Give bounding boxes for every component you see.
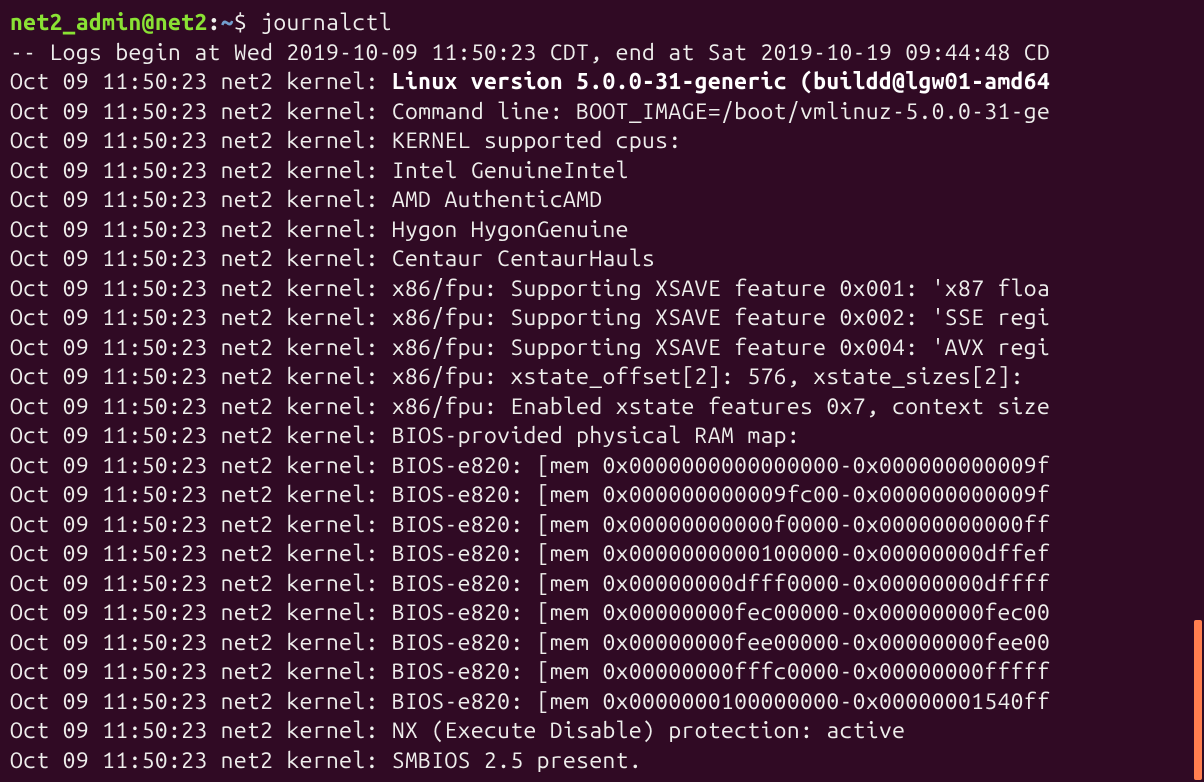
log-line: Oct 09 11:50:23 net2 kernel: NX (Execute… xyxy=(10,716,1194,746)
prompt-symbol: $ xyxy=(234,10,260,35)
scrollbar-thumb[interactable] xyxy=(1194,620,1202,780)
log-line: Oct 09 11:50:23 net2 kernel: BIOS-e820: … xyxy=(10,480,1194,510)
log-message: KERNEL supported cpus: xyxy=(392,128,682,153)
log-message: BIOS-e820: [mem 0x0000000000100000-0x000… xyxy=(392,541,1050,566)
log-line: Oct 09 11:50:23 net2 kernel: BIOS-e820: … xyxy=(10,598,1194,628)
log-prefix: Oct 09 11:50:23 net2 kernel: xyxy=(10,541,392,566)
log-message: BIOS-e820: [mem 0x000000000009fc00-0x000… xyxy=(392,482,1050,507)
log-prefix: Oct 09 11:50:23 net2 kernel: xyxy=(10,482,392,507)
command-text: journalctl xyxy=(260,10,392,35)
log-prefix: Oct 09 11:50:23 net2 kernel: xyxy=(10,659,392,684)
log-prefix: Oct 09 11:50:23 net2 kernel: xyxy=(10,69,392,94)
log-prefix: Oct 09 11:50:23 net2 kernel: xyxy=(10,99,392,124)
log-prefix: Oct 09 11:50:23 net2 kernel: xyxy=(10,571,392,596)
log-message: x86/fpu: Enabled xstate features 0x7, co… xyxy=(392,394,1050,419)
log-line: Oct 09 11:50:23 net2 kernel: x86/fpu: En… xyxy=(10,392,1194,422)
log-line-first: Oct 09 11:50:23 net2 kernel: Linux versi… xyxy=(10,67,1194,97)
log-line: Oct 09 11:50:23 net2 kernel: BIOS-e820: … xyxy=(10,687,1194,717)
log-message: x86/fpu: Supporting XSAVE feature 0x002:… xyxy=(392,305,1050,330)
log-prefix: Oct 09 11:50:23 net2 kernel: xyxy=(10,423,392,448)
log-line: Oct 09 11:50:23 net2 kernel: Hygon Hygon… xyxy=(10,215,1194,245)
log-message: Hygon HygonGenuine xyxy=(392,217,629,242)
log-line: Oct 09 11:50:23 net2 kernel: x86/fpu: Su… xyxy=(10,274,1194,304)
log-line: Oct 09 11:50:23 net2 kernel: x86/fpu: xs… xyxy=(10,362,1194,392)
prompt-colon: : xyxy=(208,10,221,35)
log-line: Oct 09 11:50:23 net2 kernel: BIOS-e820: … xyxy=(10,569,1194,599)
log-message: BIOS-e820: [mem 0x00000000fee00000-0x000… xyxy=(392,630,1050,655)
log-prefix: Oct 09 11:50:23 net2 kernel: xyxy=(10,187,392,212)
log-message: NX (Execute Disable) protection: active xyxy=(392,718,905,743)
prompt-user: net2_admin xyxy=(10,10,142,35)
log-message: Intel GenuineIntel xyxy=(392,158,629,183)
log-message: BIOS-e820: [mem 0x00000000dfff0000-0x000… xyxy=(392,571,1050,596)
log-line: Oct 09 11:50:23 net2 kernel: BIOS-e820: … xyxy=(10,628,1194,658)
log-prefix: Oct 09 11:50:23 net2 kernel: xyxy=(10,128,392,153)
log-prefix: Oct 09 11:50:23 net2 kernel: xyxy=(10,630,392,655)
log-prefix: Oct 09 11:50:23 net2 kernel: xyxy=(10,158,392,183)
log-message: x86/fpu: xstate_offset[2]: 576, xstate_s… xyxy=(392,364,1024,389)
log-message-bold: Linux version 5.0.0-31-generic (buildd@l… xyxy=(392,69,1050,94)
prompt-line: net2_admin@net2:~$ journalctl xyxy=(10,8,1194,38)
log-prefix: Oct 09 11:50:23 net2 kernel: xyxy=(10,748,392,773)
prompt-path: ~ xyxy=(221,10,234,35)
log-message: AMD AuthenticAMD xyxy=(392,187,603,212)
log-prefix: Oct 09 11:50:23 net2 kernel: xyxy=(10,718,392,743)
log-line: Oct 09 11:50:23 net2 kernel: x86/fpu: Su… xyxy=(10,333,1194,363)
log-line: Oct 09 11:50:23 net2 kernel: BIOS-provid… xyxy=(10,421,1194,451)
log-message: BIOS-e820: [mem 0x0000000100000000-0x000… xyxy=(392,689,1050,714)
log-line: Oct 09 11:50:23 net2 kernel: AMD Authent… xyxy=(10,185,1194,215)
prompt-at: @ xyxy=(142,10,155,35)
log-line: Oct 09 11:50:23 net2 kernel: Centaur Cen… xyxy=(10,244,1194,274)
log-prefix: Oct 09 11:50:23 net2 kernel: xyxy=(10,246,392,271)
log-prefix: Oct 09 11:50:23 net2 kernel: xyxy=(10,512,392,537)
log-message: SMBIOS 2.5 present. xyxy=(392,748,642,773)
log-message: BIOS-provided physical RAM map: xyxy=(392,423,800,448)
log-prefix: Oct 09 11:50:23 net2 kernel: xyxy=(10,600,392,625)
log-line: Oct 09 11:50:23 net2 kernel: BIOS-e820: … xyxy=(10,657,1194,687)
log-prefix: Oct 09 11:50:23 net2 kernel: xyxy=(10,305,392,330)
log-line: Oct 09 11:50:23 net2 kernel: BIOS-e820: … xyxy=(10,510,1194,540)
terminal-output[interactable]: net2_admin@net2:~$ journalctl -- Logs be… xyxy=(0,0,1204,775)
log-message: x86/fpu: Supporting XSAVE feature 0x004:… xyxy=(392,335,1050,360)
log-line: Oct 09 11:50:23 net2 kernel: Command lin… xyxy=(10,97,1194,127)
log-message: BIOS-e820: [mem 0x00000000000f0000-0x000… xyxy=(392,512,1050,537)
log-prefix: Oct 09 11:50:23 net2 kernel: xyxy=(10,689,392,714)
log-message: Centaur CentaurHauls xyxy=(392,246,655,271)
log-prefix: Oct 09 11:50:23 net2 kernel: xyxy=(10,217,392,242)
log-prefix: Oct 09 11:50:23 net2 kernel: xyxy=(10,276,392,301)
log-prefix: Oct 09 11:50:23 net2 kernel: xyxy=(10,364,392,389)
log-prefix: Oct 09 11:50:23 net2 kernel: xyxy=(10,335,392,360)
log-line: Oct 09 11:50:23 net2 kernel: BIOS-e820: … xyxy=(10,451,1194,481)
log-message: x86/fpu: Supporting XSAVE feature 0x001:… xyxy=(392,276,1050,301)
log-message: Command line: BOOT_IMAGE=/boot/vmlinuz-5… xyxy=(392,99,1050,124)
log-line: Oct 09 11:50:23 net2 kernel: Intel Genui… xyxy=(10,156,1194,186)
log-message: BIOS-e820: [mem 0x0000000000000000-0x000… xyxy=(392,453,1050,478)
log-prefix: Oct 09 11:50:23 net2 kernel: xyxy=(10,453,392,478)
prompt-host: net2 xyxy=(155,10,208,35)
log-line: Oct 09 11:50:23 net2 kernel: x86/fpu: Su… xyxy=(10,303,1194,333)
log-header: -- Logs begin at Wed 2019-10-09 11:50:23… xyxy=(10,38,1194,68)
log-line: Oct 09 11:50:23 net2 kernel: BIOS-e820: … xyxy=(10,539,1194,569)
log-message: BIOS-e820: [mem 0x00000000fec00000-0x000… xyxy=(392,600,1050,625)
log-prefix: Oct 09 11:50:23 net2 kernel: xyxy=(10,394,392,419)
log-message: BIOS-e820: [mem 0x00000000fffc0000-0x000… xyxy=(392,659,1050,684)
log-line: Oct 09 11:50:23 net2 kernel: KERNEL supp… xyxy=(10,126,1194,156)
log-line: Oct 09 11:50:23 net2 kernel: SMBIOS 2.5 … xyxy=(10,746,1194,776)
